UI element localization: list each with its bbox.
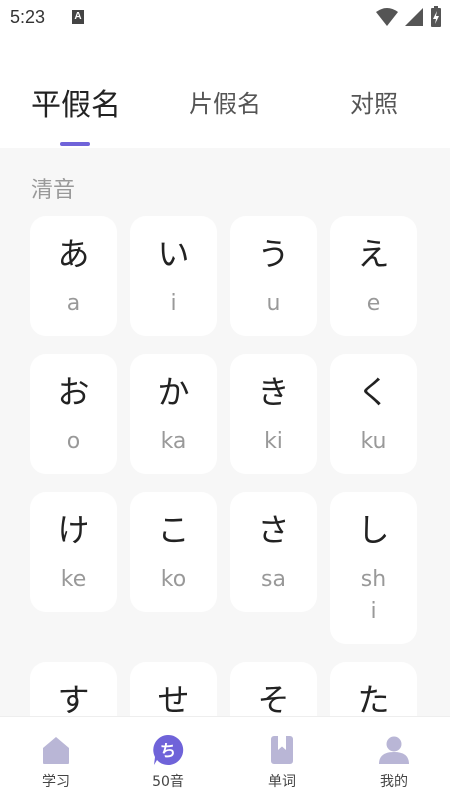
nav-profile[interactable]: 我的 xyxy=(349,733,439,791)
kana-card[interactable]: え e xyxy=(330,216,417,336)
kana-card[interactable]: し shi xyxy=(330,492,417,644)
kana-card[interactable]: こ ko xyxy=(130,492,217,612)
status-icons xyxy=(376,6,442,28)
kana-romaji: ke xyxy=(60,567,87,592)
kana-card[interactable]: か ka xyxy=(130,354,217,474)
status-time: 5:23 xyxy=(10,7,46,27)
kana-card[interactable]: く ku xyxy=(330,354,417,474)
kana-char: す xyxy=(57,681,90,716)
section-title: 清音 xyxy=(31,178,76,203)
kana-card[interactable]: け ke xyxy=(30,492,117,612)
nav-kana[interactable]: ち 50音 xyxy=(123,733,213,791)
notification-a-icon: A xyxy=(72,10,84,24)
status-bar: 5:23 A xyxy=(0,0,450,36)
profile-icon xyxy=(379,736,409,764)
kana-char: そ xyxy=(257,681,290,716)
nav-label: 我的 xyxy=(380,774,408,790)
kana-char: え xyxy=(357,235,390,273)
kana-char: あ xyxy=(57,235,90,273)
kana-romaji: e xyxy=(366,291,381,316)
kana-card[interactable]: さ sa xyxy=(230,492,317,612)
kana-content[interactable]: 清音 あ a い i う u え e お o か ka き ki く ku け … xyxy=(0,148,450,716)
tab-hiragana[interactable]: 平假名 xyxy=(31,80,121,124)
kana-romaji: o xyxy=(66,429,81,454)
kana-char: お xyxy=(57,373,90,411)
kana-char: く xyxy=(357,373,390,411)
kana-char: し xyxy=(357,511,390,549)
tab-comparison[interactable]: 对照 xyxy=(350,84,398,119)
kana-char: た xyxy=(357,681,390,716)
battery-charging-icon xyxy=(431,6,441,27)
kana-card[interactable]: せ xyxy=(130,662,217,716)
kana-card[interactable]: た xyxy=(330,662,417,716)
kana-char: せ xyxy=(157,681,190,716)
kana-card[interactable]: す xyxy=(30,662,117,716)
kana-card[interactable]: あ a xyxy=(30,216,117,336)
kana-char: さ xyxy=(257,511,290,549)
kana-card[interactable]: お o xyxy=(30,354,117,474)
active-tab-indicator xyxy=(60,142,90,146)
nav-label: 50音 xyxy=(152,774,184,790)
kana-char: か xyxy=(157,373,190,411)
kana-char: い xyxy=(157,235,190,273)
nav-label: 学习 xyxy=(42,774,70,790)
wifi-icon xyxy=(376,8,398,26)
nav-study[interactable]: 学习 xyxy=(11,733,101,791)
kana-type-tabs: 平假名 片假名 对照 xyxy=(0,70,450,148)
kana-romaji: ka xyxy=(160,429,187,454)
kana-card[interactable]: き ki xyxy=(230,354,317,474)
bottom-nav: 学习 ち 50音 单词 我的 xyxy=(0,716,450,801)
home-icon xyxy=(43,737,69,764)
nav-label: 单词 xyxy=(268,774,296,790)
kana-chi-glyph: ち xyxy=(160,741,176,760)
kana-romaji: u xyxy=(266,291,281,316)
kana-romaji: ki xyxy=(264,429,283,454)
kana-card[interactable]: そ xyxy=(230,662,317,716)
kana-romaji: sa xyxy=(261,567,286,592)
kana-char: こ xyxy=(157,511,190,549)
kana-romaji: shi xyxy=(360,567,387,624)
kana-romaji: ko xyxy=(160,567,187,592)
kana-char: け xyxy=(57,511,90,549)
kana-chi-icon: ち xyxy=(153,734,184,765)
kana-char: き xyxy=(257,373,290,411)
kana-card[interactable]: い i xyxy=(130,216,217,336)
kana-card[interactable]: う u xyxy=(230,216,317,336)
kana-romaji: a xyxy=(66,291,81,316)
book-icon xyxy=(271,736,293,764)
kana-romaji: i xyxy=(170,291,177,316)
kana-char: う xyxy=(257,235,290,273)
tab-katakana[interactable]: 片假名 xyxy=(189,84,261,119)
kana-romaji: ku xyxy=(360,429,387,454)
nav-words[interactable]: 单词 xyxy=(237,733,327,791)
cellular-signal-icon xyxy=(405,8,423,26)
